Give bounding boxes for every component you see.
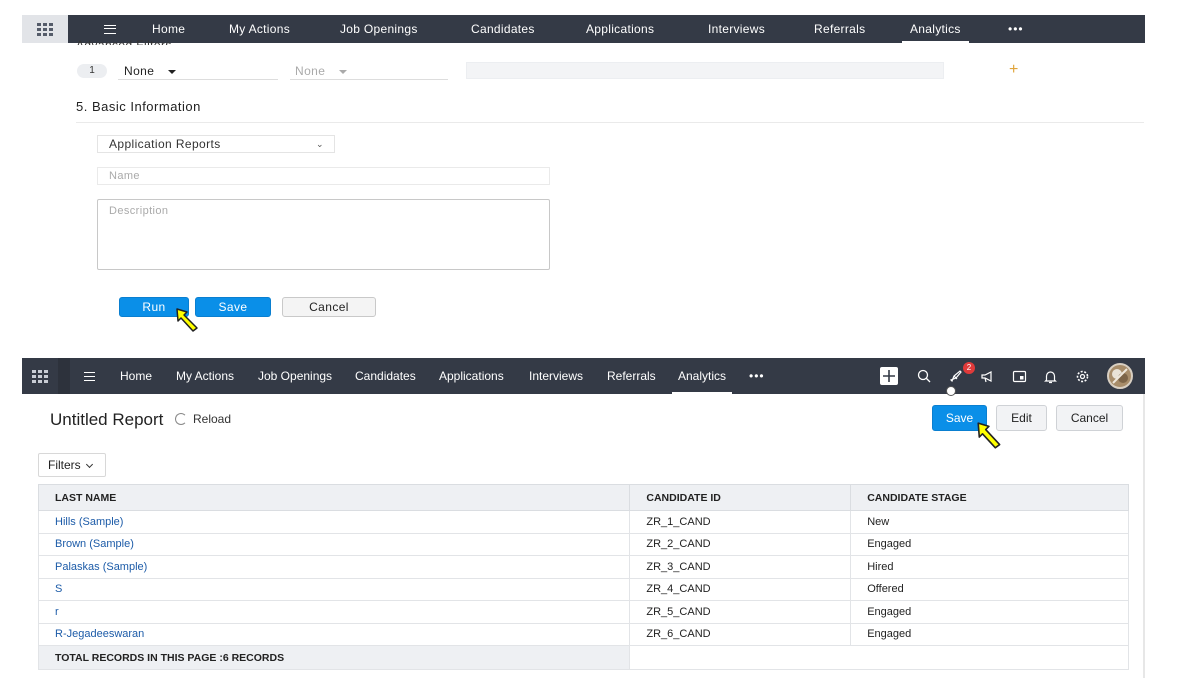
module-select[interactable]: Application Reports ⌄ xyxy=(97,135,335,153)
apps-grid-icon[interactable] xyxy=(22,358,58,394)
section-divider xyxy=(76,122,1144,123)
report-name-input[interactable]: Name xyxy=(97,167,550,185)
total-records-label: TOTAL RECORDS IN THIS PAGE :6 RECORDS xyxy=(37,645,631,670)
search-icon[interactable] xyxy=(915,367,933,385)
top-navbar: Home My Actions Job Openings Candidates … xyxy=(22,15,1145,43)
nav-job-openings[interactable]: Job Openings xyxy=(340,15,418,43)
last-name-link[interactable]: Brown (Sample) xyxy=(37,532,631,556)
table-header-row: LAST NAME CANDIDATE ID CANDIDATE STAGE xyxy=(37,484,1129,511)
nav-analytics[interactable]: Analytics xyxy=(671,358,733,394)
nav-applications[interactable]: Applications xyxy=(439,358,504,394)
chevron-down-icon: ⌄ xyxy=(316,139,324,149)
report-table: LAST NAME CANDIDATE ID CANDIDATE STAGE H… xyxy=(37,484,1129,670)
cancel-report-button[interactable]: Cancel xyxy=(1056,405,1123,431)
total-records-row: TOTAL RECORDS IN THIS PAGE :6 RECORDS xyxy=(37,645,1129,670)
report-navbar: Home My Actions Job Openings Candidates … xyxy=(22,358,1145,394)
field-select-value: None xyxy=(124,64,155,78)
candidate-stage-cell: Engaged xyxy=(850,532,1129,556)
field-select[interactable]: None xyxy=(124,64,177,78)
nav-referrals[interactable]: Referrals xyxy=(814,15,865,43)
candidate-stage-cell: New xyxy=(850,510,1129,534)
last-name-link[interactable]: r xyxy=(37,600,631,624)
column-header[interactable]: CANDIDATE STAGE xyxy=(850,484,1129,511)
nav-my-actions[interactable]: My Actions xyxy=(229,15,290,43)
calendar-widget-icon[interactable] xyxy=(1010,367,1028,385)
nav-more-icon[interactable]: ••• xyxy=(749,358,765,394)
table-row: r ZR_5_CAND Engaged xyxy=(37,600,1129,624)
candidate-id-cell: ZR_5_CAND xyxy=(629,600,852,624)
nav-interviews[interactable]: Interviews xyxy=(529,358,583,394)
hamburger-menu-icon[interactable] xyxy=(84,372,95,381)
report-title: Untitled Report xyxy=(50,410,164,429)
nav-analytics[interactable]: Analytics xyxy=(902,15,969,43)
nav-candidates[interactable]: Candidates xyxy=(471,15,535,43)
table-row: Palaskas (Sample) ZR_3_CAND Hired xyxy=(37,555,1129,579)
total-records-empty xyxy=(629,645,1129,670)
nav-home[interactable]: Home xyxy=(120,358,152,394)
cancel-form-button[interactable]: Cancel xyxy=(282,297,376,317)
nav-applications[interactable]: Applications xyxy=(586,15,654,43)
candidate-id-cell: ZR_4_CAND xyxy=(629,577,852,601)
panel-edge xyxy=(1143,394,1145,678)
operator-select-underline xyxy=(290,79,448,80)
filters-label: Filters xyxy=(48,458,81,472)
cursor-arrow-icon xyxy=(176,308,198,332)
operator-select-value: None xyxy=(295,64,326,78)
criteria-index-badge: 1 xyxy=(77,64,107,78)
candidate-stage-cell: Offered xyxy=(850,577,1129,601)
table-row: S ZR_4_CAND Offered xyxy=(37,577,1129,601)
navbar-separator xyxy=(58,358,70,394)
user-avatar[interactable] xyxy=(1107,363,1133,389)
candidate-id-cell: ZR_6_CAND xyxy=(629,622,852,646)
caret-down-icon xyxy=(339,69,348,74)
announcements-icon[interactable] xyxy=(978,367,996,385)
candidate-id-cell: ZR_3_CAND xyxy=(629,555,852,579)
nav-candidates[interactable]: Candidates xyxy=(355,358,416,394)
hamburger-menu-icon[interactable] xyxy=(104,24,116,34)
column-header[interactable]: CANDIDATE ID xyxy=(629,484,852,511)
bell-icon[interactable] xyxy=(1041,367,1059,385)
field-select-underline xyxy=(118,79,278,80)
candidate-stage-cell: Engaged xyxy=(850,622,1129,646)
caret-down-icon xyxy=(168,69,177,74)
save-form-button[interactable]: Save xyxy=(195,297,271,317)
nav-more-icon[interactable]: ••• xyxy=(1008,15,1024,43)
last-name-link[interactable]: Palaskas (Sample) xyxy=(37,555,631,579)
gear-icon[interactable] xyxy=(1073,367,1091,385)
last-name-link[interactable]: S xyxy=(37,577,631,601)
filter-value-input[interactable] xyxy=(466,62,944,79)
report-description-input[interactable]: Description xyxy=(97,199,550,270)
reload-link[interactable]: Reload xyxy=(193,412,231,426)
cursor-arrow-icon xyxy=(977,422,1001,449)
nav-referrals[interactable]: Referrals xyxy=(607,358,656,394)
chevron-down-icon xyxy=(85,460,93,469)
status-dot xyxy=(946,386,956,396)
table-row: R-Jegadeeswaran ZR_6_CAND Engaged xyxy=(37,622,1129,646)
nav-interviews[interactable]: Interviews xyxy=(708,15,765,43)
table-row: Brown (Sample) ZR_2_CAND Engaged xyxy=(37,532,1129,556)
apps-grid-icon[interactable] xyxy=(22,15,68,43)
last-name-link[interactable]: R-Jegadeeswaran xyxy=(37,622,631,646)
filters-dropdown[interactable]: Filters xyxy=(38,453,106,477)
candidate-stage-cell: Engaged xyxy=(850,600,1129,624)
last-name-link[interactable]: Hills (Sample) xyxy=(37,510,631,534)
table-row: Hills (Sample) ZR_1_CAND New xyxy=(37,510,1129,534)
candidate-id-cell: ZR_2_CAND xyxy=(629,532,852,556)
reload-icon[interactable] xyxy=(175,413,187,425)
candidate-stage-cell: Hired xyxy=(850,555,1129,579)
nav-my-actions[interactable]: My Actions xyxy=(176,358,234,394)
operator-select[interactable]: None xyxy=(295,64,348,78)
module-select-value: Application Reports xyxy=(109,137,221,151)
candidate-id-cell: ZR_1_CAND xyxy=(629,510,852,534)
quick-create-plus-icon[interactable] xyxy=(880,367,898,385)
nav-job-openings[interactable]: Job Openings xyxy=(258,358,332,394)
add-criteria-icon[interactable]: + xyxy=(1009,62,1018,78)
column-header[interactable]: LAST NAME xyxy=(37,484,631,511)
notification-count-badge: 2 xyxy=(963,362,975,374)
section-title: 5. Basic Information xyxy=(76,99,201,114)
advanced-filters-title: Advanced Filters xyxy=(76,38,172,45)
